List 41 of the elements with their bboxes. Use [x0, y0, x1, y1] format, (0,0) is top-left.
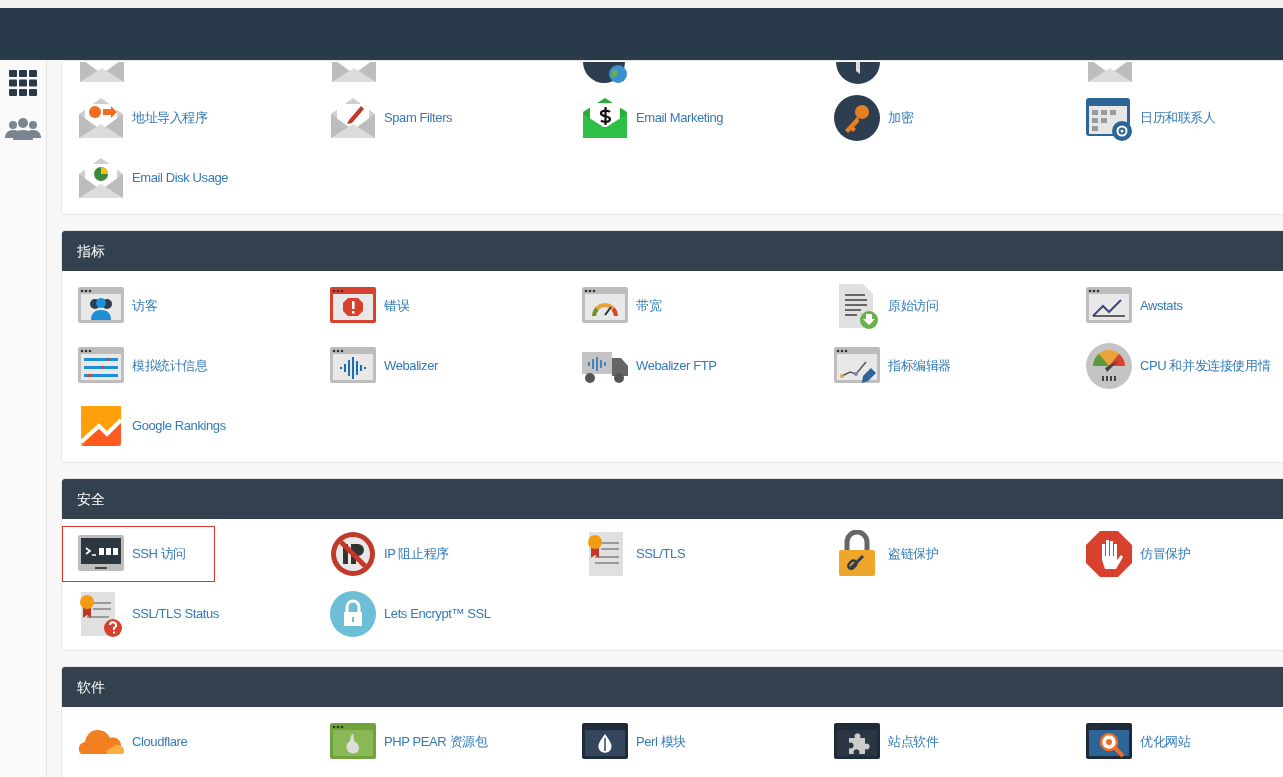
tool-link[interactable]: 带宽: [566, 278, 691, 334]
section-title: 安全: [77, 489, 105, 509]
tool-link[interactable]: 模拟统计信息: [62, 338, 237, 394]
tool-link[interactable]: 盗链保护: [818, 526, 968, 582]
tool-link[interactable]: Google Rankings: [62, 398, 255, 454]
speedometer-icon: [1085, 342, 1133, 390]
section-title: 指标: [77, 241, 105, 261]
tool-link[interactable]: SSL/TLS: [566, 526, 715, 582]
tool-link[interactable]: Lets Encrypt™ SSL: [314, 586, 520, 642]
users-icon[interactable]: [5, 118, 41, 140]
tool-link[interactable]: Spam Filters: [314, 90, 482, 146]
tool-link[interactable]: 优化网站: [1070, 714, 1220, 770]
tool-link[interactable]: Awstats: [1070, 278, 1212, 334]
tool-link[interactable]: 错误: [314, 278, 439, 334]
tool-link[interactable]: Webalizer FTP: [566, 338, 746, 394]
tool-link[interactable]: Webalizer: [314, 338, 467, 394]
tool-link[interactable]: Email Marketing: [566, 90, 753, 146]
tool-link[interactable]: 指标编辑器: [818, 338, 980, 394]
tool-link[interactable]: PHP PEAR 资源包: [314, 714, 517, 770]
tool-link[interactable]: SSH 访问: [62, 526, 215, 582]
section-title: 软件: [77, 677, 105, 697]
tool-link[interactable]: IP 阻止程序: [314, 526, 478, 582]
tool-link[interactable]: CPU 和并发连接使用情: [1070, 338, 1283, 394]
globe-icon: [582, 62, 630, 84]
tool-link[interactable]: 站点软件: [818, 714, 968, 770]
no-ip-icon: [329, 530, 377, 578]
tool-link[interactable]: 加密: [818, 90, 943, 146]
tool-link[interactable]: 原始访问: [818, 278, 968, 334]
tool-link[interactable]: 地址导入程序: [62, 90, 237, 146]
grid-icon[interactable]: [9, 70, 37, 96]
key-icon: [833, 94, 881, 142]
tool-link[interactable]: SSL/TLS Status: [62, 586, 248, 642]
padlock-icon: [329, 590, 377, 638]
tool-link[interactable]: 仿冒保护: [1070, 526, 1220, 582]
stop-hand-icon: [1085, 530, 1133, 578]
tool-link[interactable]: Cloudflare: [62, 714, 217, 770]
certificate-question-icon: [77, 590, 125, 638]
tool-link[interactable]: 访客: [62, 278, 187, 334]
tool-link[interactable]: Perl 模块: [566, 714, 715, 770]
tool-link[interactable]: Email Disk Usage: [62, 150, 258, 206]
tool-link[interactable]: 日历和联系人: [1070, 90, 1245, 146]
